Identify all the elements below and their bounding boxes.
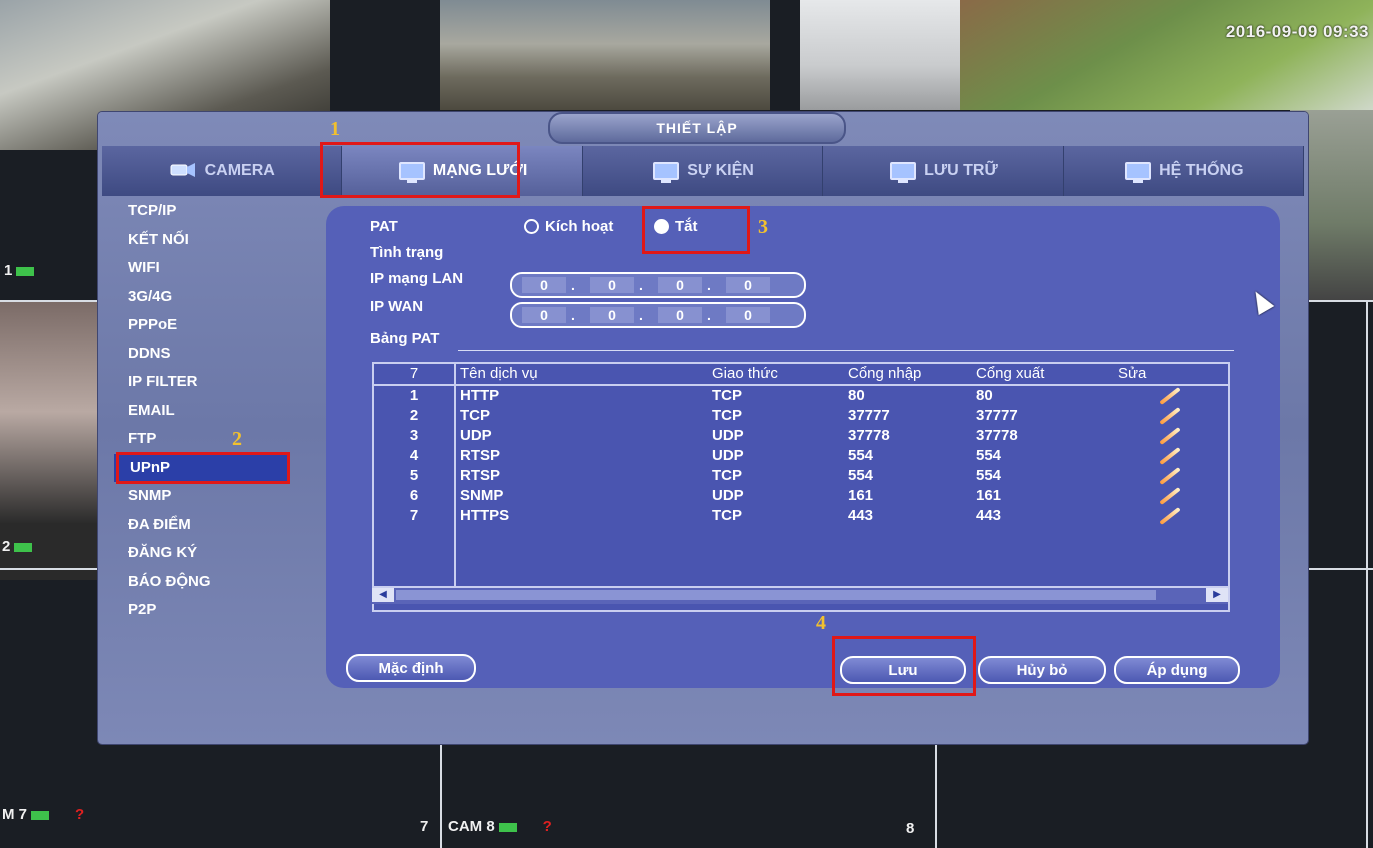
highlight-box: [116, 452, 290, 484]
annotation-number: 2: [232, 428, 242, 450]
camera-feed-3: [800, 0, 960, 110]
camera-feed-4: [960, 0, 1373, 110]
cam-label: 2: [2, 538, 33, 555]
pat-label: PAT: [370, 218, 398, 235]
pat-table: 7 Tên dịch vụ Giao thức Cổng nhập Cổng x…: [372, 362, 1230, 612]
horizontal-scrollbar[interactable]: ◀ ▶: [372, 586, 1228, 604]
window-title: THIẾT LẬP: [548, 112, 846, 144]
sidebar-item-snmp[interactable]: SNMP: [112, 482, 297, 511]
sidebar-item-pppoe[interactable]: PPPoE: [112, 311, 297, 340]
apply-button[interactable]: Áp dụng: [1114, 656, 1240, 684]
wan-ip-label: IP WAN: [370, 298, 424, 315]
edit-icon[interactable]: [1159, 447, 1181, 465]
cam-label: M 7?: [2, 806, 85, 823]
system-icon: [1123, 160, 1152, 183]
record-icon: [31, 810, 50, 820]
edit-icon[interactable]: [1159, 487, 1181, 505]
radio-enable[interactable]: Kích hoạt: [524, 218, 613, 235]
tab-event[interactable]: SỰ KIỆN: [583, 146, 824, 196]
sidebar-menu: TCP/IP KẾT NỐI WIFI 3G/4G PPPoE DDNS IP …: [112, 197, 297, 625]
edit-icon[interactable]: [1159, 387, 1181, 405]
table-row[interactable]: 4 RTSP UDP 554 554: [374, 446, 1228, 466]
cam-number: 8: [906, 820, 915, 837]
sidebar-item-ip-filter[interactable]: IP FILTER: [112, 368, 297, 397]
tab-camera[interactable]: CAMERA: [102, 146, 343, 196]
cam-label: 1: [4, 262, 35, 279]
main-tabs: CAMERA MẠNG LƯỚI SỰ KIỆN LƯU TRỮ HỆ THỐN…: [102, 146, 1305, 196]
scroll-right-icon[interactable]: ▶: [1206, 588, 1228, 602]
event-icon: [651, 160, 680, 183]
radio-icon: [524, 219, 539, 234]
scroll-track[interactable]: [396, 590, 1156, 600]
camera-feed-2: [440, 0, 770, 110]
annotation-number: 4: [816, 612, 826, 634]
annotation-number: 3: [758, 216, 768, 238]
divider: [458, 350, 1234, 351]
sidebar-item-ftp[interactable]: FTP: [112, 425, 297, 454]
sidebar-item-wifi[interactable]: WIFI: [112, 254, 297, 283]
record-icon: [14, 542, 33, 552]
camera-icon: [169, 160, 197, 182]
sidebar-item-p2p[interactable]: P2P: [112, 596, 297, 625]
timestamp: 2016-09-09 09:33: [1225, 22, 1369, 41]
cam-number: 7: [420, 818, 429, 835]
edit-icon[interactable]: [1159, 507, 1181, 525]
sidebar-item-3g4g[interactable]: 3G/4G: [112, 283, 297, 312]
table-row[interactable]: 1 HTTP TCP 80 80: [374, 386, 1228, 406]
edit-icon[interactable]: [1159, 407, 1181, 425]
table-row[interactable]: 6 SNMP UDP 161 161: [374, 486, 1228, 506]
table-row[interactable]: 3 UDP UDP 37778 37778: [374, 426, 1228, 446]
storage-icon: [888, 160, 917, 183]
wan-ip-field[interactable]: 0. 0. 0. 0: [510, 302, 806, 328]
status-label: Tình trạng: [370, 244, 444, 261]
table-row[interactable]: 2 TCP TCP 37777 37777: [374, 406, 1228, 426]
table-row[interactable]: 5 RTSP TCP 554 554: [374, 466, 1228, 486]
grid-divider: [440, 740, 442, 848]
default-button[interactable]: Mặc định: [346, 654, 476, 682]
lan-ip-field[interactable]: 0. 0. 0. 0: [510, 272, 806, 298]
sidebar-item-ddns[interactable]: DDNS: [112, 340, 297, 369]
pat-table-label: Bảng PAT: [370, 330, 440, 347]
highlight-box: [832, 636, 976, 696]
sidebar-item-alarm[interactable]: BÁO ĐỘNG: [112, 568, 297, 597]
table-row[interactable]: 7 HTTPS TCP 443 443: [374, 506, 1228, 526]
sidebar-item-register[interactable]: ĐĂNG KÝ: [112, 539, 297, 568]
scroll-left-icon[interactable]: ◀: [372, 588, 394, 602]
highlight-box: [320, 142, 520, 198]
lan-ip-label: IP mạng LAN: [370, 270, 464, 287]
question-icon: ?: [542, 818, 552, 835]
table-header: 7 Tên dịch vụ Giao thức Cổng nhập Cổng x…: [374, 364, 1228, 386]
grid-divider: [1366, 300, 1368, 848]
sidebar-item-email[interactable]: EMAIL: [112, 397, 297, 426]
sidebar-item-tcpip[interactable]: TCP/IP: [112, 197, 297, 226]
record-icon: [16, 266, 35, 276]
cancel-button[interactable]: Hủy bỏ: [978, 656, 1106, 684]
sidebar-item-multicast[interactable]: ĐA ĐIỂM: [112, 511, 297, 540]
sidebar-item-connection[interactable]: KẾT NỐI: [112, 226, 297, 255]
record-icon: [498, 822, 517, 832]
grid-divider: [935, 740, 937, 848]
tab-system[interactable]: HỆ THỐNG: [1064, 146, 1305, 196]
annotation-number: 1: [330, 118, 340, 140]
highlight-box: [642, 206, 750, 254]
cam-label: CAM 8?: [448, 818, 552, 835]
question-icon: ?: [75, 806, 85, 823]
edit-icon[interactable]: [1159, 467, 1181, 485]
tab-storage[interactable]: LƯU TRỮ: [823, 146, 1064, 196]
edit-icon[interactable]: [1159, 427, 1181, 445]
